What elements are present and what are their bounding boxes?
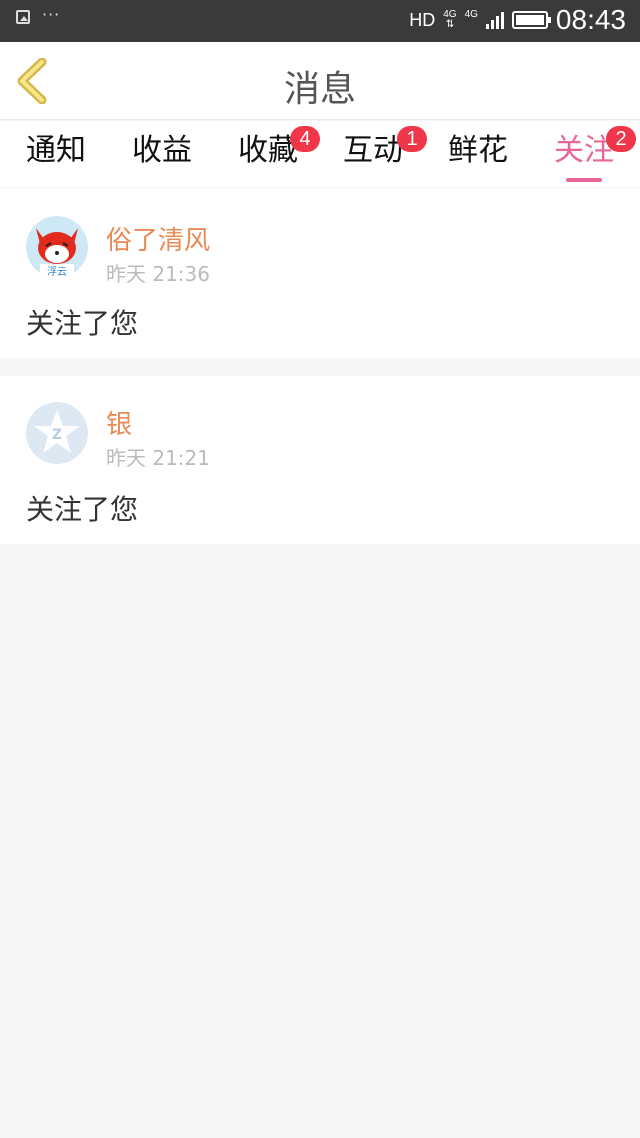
message-text: 关注了您 <box>26 307 139 340</box>
cartoon-fox-avatar-icon: 浮云 <box>26 216 88 278</box>
image-notification-icon <box>16 10 30 24</box>
tab-earnings[interactable]: 收益 <box>112 131 212 187</box>
tab-flowers[interactable]: 鲜花 <box>428 131 528 187</box>
tab-label: 互动 <box>343 133 403 168</box>
message-text: 关注了您 <box>26 493 139 526</box>
default-star-avatar-icon: Z <box>26 402 88 464</box>
tab-notifications[interactable]: 通知 <box>6 131 106 187</box>
sender-name[interactable]: 银 <box>106 404 132 441</box>
unread-badge: 4 <box>290 126 320 152</box>
message-time: 昨天 21:21 <box>106 446 210 470</box>
tab-interactions[interactable]: 互动 1 <box>323 126 427 187</box>
status-right: HD 4G ⇅ 4G 08:43 <box>409 4 626 36</box>
status-left: ··· <box>16 5 60 24</box>
unread-badge: 1 <box>397 126 427 152</box>
signal-icon <box>485 11 504 29</box>
tab-label: 鲜花 <box>448 133 508 168</box>
message-item[interactable]: 浮云 俗了清风 昨天 21:36 关注了您 <box>0 188 640 358</box>
status-bar: ··· HD 4G ⇅ 4G 08:43 <box>0 0 640 42</box>
tab-label: 收藏 <box>238 133 298 168</box>
tab-favorites[interactable]: 收藏 4 <box>218 126 320 187</box>
tab-following[interactable]: 关注 2 <box>534 126 636 187</box>
network-4g-1: 4G ⇅ <box>443 9 457 30</box>
message-item[interactable]: Z 银 昨天 21:21 关注了您 <box>0 376 640 544</box>
message-time: 昨天 21:36 <box>106 262 210 286</box>
unread-badge: 2 <box>606 126 636 152</box>
tab-label: 关注 <box>554 133 614 168</box>
avatar[interactable]: Z <box>26 402 88 464</box>
battery-icon <box>511 11 551 29</box>
svg-text:浮云: 浮云 <box>47 266 67 278</box>
active-tab-indicator <box>566 178 602 182</box>
status-time: 08:43 <box>555 4 626 35</box>
tab-label: 通知 <box>26 133 86 168</box>
sender-name[interactable]: 俗了清风 <box>106 220 210 257</box>
network-4g-2: 4G <box>464 9 478 20</box>
more-notifications-icon: ··· <box>42 4 61 24</box>
svg-text:Z: Z <box>52 427 62 443</box>
tab-bar: 通知 收益 收藏 4 互动 1 鲜花 关注 2 <box>0 121 640 187</box>
avatar[interactable]: 浮云 <box>26 216 88 278</box>
tab-label: 收益 <box>132 133 192 168</box>
hd-indicator: HD <box>409 9 436 30</box>
app-header: 消息 <box>0 42 640 120</box>
page-title: 消息 <box>283 69 356 110</box>
